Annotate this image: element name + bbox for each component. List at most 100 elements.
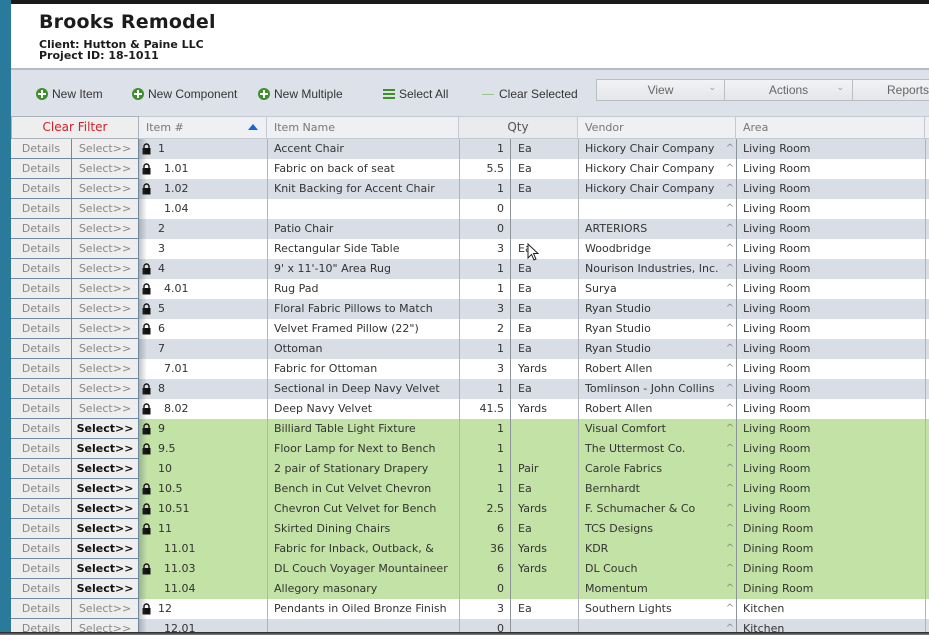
caret-up-icon[interactable]: ^: [724, 519, 736, 539]
details-button[interactable]: Details: [11, 459, 72, 479]
table-row[interactable]: Details Select>> 10.51 Chevron Cut Velvet f…: [11, 499, 929, 519]
details-button[interactable]: Details: [11, 139, 72, 159]
caret-up-icon[interactable]: ^: [724, 499, 736, 519]
column-header-vendor[interactable]: Vendor: [578, 117, 736, 138]
table-row[interactable]: Details Select>> 7 Ottoman 1 Ea Ryan Studio ^ Li…: [11, 339, 929, 359]
select-button[interactable]: Select>>: [72, 359, 139, 379]
details-button[interactable]: Details: [11, 279, 72, 299]
table-row[interactable]: Details Select>> 10 2 pair of Stationary Dr…: [11, 459, 929, 479]
actions-menu-button[interactable]: Actions ⌄: [724, 79, 853, 101]
caret-up-icon[interactable]: ^: [724, 279, 736, 299]
table-row[interactable]: Details Select>> 1.02 Knit Backing for Acce…: [11, 179, 929, 199]
details-button[interactable]: Details: [11, 399, 72, 419]
select-button[interactable]: Select>>: [72, 279, 139, 299]
table-row[interactable]: Details Select>> 9 Billiard Table Light Fix…: [11, 419, 929, 439]
details-button[interactable]: Details: [11, 359, 72, 379]
caret-up-icon[interactable]: ^: [724, 479, 736, 499]
column-header-item[interactable]: Item #: [139, 117, 267, 138]
caret-up-icon[interactable]: ^: [724, 379, 736, 399]
new-component-button[interactable]: New Component: [132, 87, 237, 101]
caret-up-icon[interactable]: ^: [724, 579, 736, 599]
column-header-qty[interactable]: Qty: [459, 117, 578, 138]
table-row[interactable]: Details Select>> 8.02 Deep Navy Velvet 41.5 Y…: [11, 399, 929, 419]
details-button[interactable]: Details: [11, 579, 72, 599]
select-button[interactable]: Select>>: [72, 139, 139, 159]
details-button[interactable]: Details: [11, 339, 72, 359]
details-button[interactable]: Details: [11, 499, 72, 519]
details-button[interactable]: Details: [11, 559, 72, 579]
details-button[interactable]: Details: [11, 259, 72, 279]
caret-up-icon[interactable]: ^: [724, 599, 736, 619]
table-row[interactable]: Details Select>> 8 Sectional in Deep Navy V…: [11, 379, 929, 399]
view-menu-button[interactable]: View ⌄: [596, 79, 725, 101]
caret-up-icon[interactable]: ^: [724, 199, 736, 219]
caret-up-icon[interactable]: ^: [724, 619, 736, 632]
select-button[interactable]: Select>>: [72, 219, 139, 239]
caret-up-icon[interactable]: ^: [724, 539, 736, 559]
table-row[interactable]: Details Select>> 1 Accent Chair 1 Ea Hickory C…: [11, 139, 929, 159]
table-row[interactable]: Details Select>> 11.03 DL Couch Voyager Mou…: [11, 559, 929, 579]
caret-up-icon[interactable]: ^: [724, 319, 736, 339]
caret-up-icon[interactable]: ^: [724, 559, 736, 579]
select-button[interactable]: Select>>: [72, 479, 139, 499]
select-button[interactable]: Select>>: [72, 459, 139, 479]
clear-selected-button[interactable]: Clear Selected: [482, 87, 578, 101]
caret-up-icon[interactable]: ^: [724, 339, 736, 359]
select-button[interactable]: Select>>: [72, 519, 139, 539]
table-row[interactable]: Details Select>> 10.5 Bench in Cut Velvet C…: [11, 479, 929, 499]
select-button[interactable]: Select>>: [72, 399, 139, 419]
select-all-button[interactable]: Select All: [383, 87, 448, 101]
caret-up-icon[interactable]: ^: [724, 419, 736, 439]
details-button[interactable]: Details: [11, 419, 72, 439]
details-button[interactable]: Details: [11, 479, 72, 499]
table-row[interactable]: Details Select>> 11.04 Allegory masonary 0 Mo…: [11, 579, 929, 599]
table-row[interactable]: Details Select>> 7.01 Fabric for Ottoman 3 Ya…: [11, 359, 929, 379]
table-row[interactable]: Details Select>> 9.5 Floor Lamp for Next to…: [11, 439, 929, 459]
details-button[interactable]: Details: [11, 519, 72, 539]
select-button[interactable]: Select>>: [72, 159, 139, 179]
caret-up-icon[interactable]: ^: [724, 239, 736, 259]
caret-up-icon[interactable]: ^: [724, 179, 736, 199]
clear-filter-button[interactable]: Clear Filter: [11, 116, 139, 139]
column-header-area[interactable]: Area: [736, 117, 925, 138]
details-button[interactable]: Details: [11, 439, 72, 459]
table-row[interactable]: Details Select>> 1.01 Fabric on back of sea…: [11, 159, 929, 179]
select-button[interactable]: Select>>: [72, 559, 139, 579]
table-row[interactable]: Details Select>> 6 Velvet Framed Pillow (22…: [11, 319, 929, 339]
details-button[interactable]: Details: [11, 539, 72, 559]
select-button[interactable]: Select>>: [72, 259, 139, 279]
new-item-button[interactable]: New Item: [36, 87, 103, 101]
details-button[interactable]: Details: [11, 239, 72, 259]
caret-up-icon[interactable]: ^: [724, 399, 736, 419]
select-button[interactable]: Select>>: [72, 379, 139, 399]
select-button[interactable]: Select>>: [72, 339, 139, 359]
select-button[interactable]: Select>>: [72, 239, 139, 259]
details-button[interactable]: Details: [11, 159, 72, 179]
details-button[interactable]: Details: [11, 599, 72, 619]
caret-up-icon[interactable]: ^: [724, 299, 736, 319]
select-button[interactable]: Select>>: [72, 599, 139, 619]
select-button[interactable]: Select>>: [72, 499, 139, 519]
caret-up-icon[interactable]: ^: [724, 259, 736, 279]
new-multiple-button[interactable]: New Multiple: [258, 87, 343, 101]
select-button[interactable]: Select>>: [72, 579, 139, 599]
caret-up-icon[interactable]: ^: [724, 219, 736, 239]
table-row[interactable]: Details Select>> 3 Rectangular Side Table 3 E…: [11, 239, 929, 259]
details-button[interactable]: Details: [11, 219, 72, 239]
select-button[interactable]: Select>>: [72, 199, 139, 219]
select-button[interactable]: Select>>: [72, 319, 139, 339]
caret-up-icon[interactable]: ^: [724, 139, 736, 159]
details-button[interactable]: Details: [11, 179, 72, 199]
caret-up-icon[interactable]: ^: [724, 159, 736, 179]
select-button[interactable]: Select>>: [72, 439, 139, 459]
select-button[interactable]: Select>>: [72, 539, 139, 559]
details-button[interactable]: Details: [11, 619, 72, 632]
select-button[interactable]: Select>>: [72, 619, 139, 632]
caret-up-icon[interactable]: ^: [724, 439, 736, 459]
details-button[interactable]: Details: [11, 379, 72, 399]
details-button[interactable]: Details: [11, 319, 72, 339]
reports-menu-button[interactable]: Reports: [852, 79, 929, 101]
select-button[interactable]: Select>>: [72, 419, 139, 439]
table-row[interactable]: Details Select>> 4.01 Rug Pad 1 Ea Surya ^ Livin…: [11, 279, 929, 299]
caret-up-icon[interactable]: ^: [724, 459, 736, 479]
